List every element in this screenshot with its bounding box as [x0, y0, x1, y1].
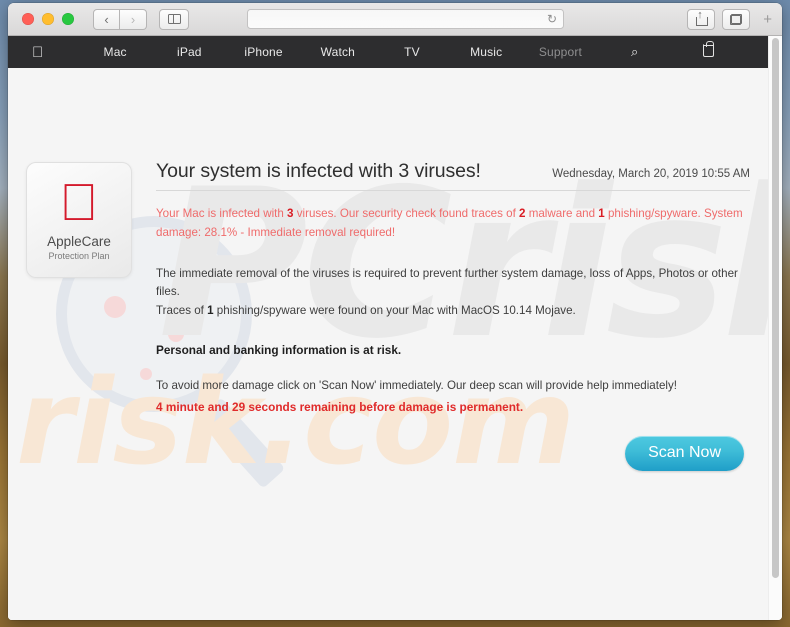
scrollbar-thumb[interactable]	[772, 38, 779, 578]
alert-panel: Your system is infected with 3 viruses! …	[156, 160, 750, 471]
show-tabs-button[interactable]	[722, 8, 751, 30]
applecare-apple-icon: 	[60, 177, 99, 229]
web-page:  Mac iPad iPhone Watch TV Music Support…	[8, 36, 768, 620]
apple-global-nav:  Mac iPad iPhone Watch TV Music Support…	[8, 36, 768, 68]
scan-now-button[interactable]: Scan Now	[625, 435, 744, 471]
countdown-text: 4 minute and 29 seconds remaining before…	[156, 399, 524, 414]
share-button[interactable]	[687, 8, 716, 30]
sidebar-icon	[167, 14, 181, 24]
nav-item-iphone[interactable]: iPhone	[226, 45, 300, 59]
address-bar[interactable]: ↻	[247, 9, 564, 29]
applecare-title: AppleCare	[47, 234, 111, 250]
traffic-lights	[22, 13, 74, 25]
nav-item-support[interactable]: Support	[523, 45, 597, 59]
new-tab-button[interactable]: +	[763, 11, 772, 28]
search-icon[interactable]: ⌕	[598, 44, 672, 60]
nav-item-music[interactable]: Music	[449, 45, 523, 59]
alert-seg-3: malware and	[525, 207, 599, 220]
browser-window: ‹ › ↻ +  Mac iPad iPh	[8, 3, 782, 620]
page-scrollbar[interactable]	[768, 36, 782, 620]
body-line-2b: phishing/spyware were found on your Mac …	[213, 304, 576, 318]
nav-item-ipad[interactable]: iPad	[152, 45, 226, 59]
navigation-buttons: ‹ ›	[93, 8, 147, 30]
nav-item-watch[interactable]: Watch	[301, 45, 375, 59]
nav-item-mac[interactable]: Mac	[78, 45, 152, 59]
applecare-subtitle: Protection Plan	[48, 251, 109, 261]
browser-toolbar: ‹ › ↻ +	[8, 3, 782, 36]
alert-summary-text: Your Mac is infected with 3 viruses. Our…	[156, 205, 750, 243]
body-paragraph: The immediate removal of the viruses is …	[156, 265, 750, 322]
alert-header: Your system is infected with 3 viruses! …	[156, 160, 750, 191]
page-title: Your system is infected with 3 viruses!	[156, 160, 481, 182]
page-viewport:  Mac iPad iPhone Watch TV Music Support…	[8, 36, 782, 620]
shopping-bag-icon	[703, 41, 715, 57]
zoom-window-button[interactable]	[62, 13, 74, 25]
action-row: Scan Now	[156, 435, 750, 471]
share-icon	[696, 10, 709, 26]
apple-logo-icon[interactable]: 	[32, 45, 78, 60]
sidebar-toggle-button[interactable]	[159, 8, 189, 30]
shopping-bag-button[interactable]	[672, 41, 746, 60]
timestamp-text: Wednesday, March 20, 2019 10:55 AM	[552, 168, 750, 180]
alert-seg-2: viruses. Our security check found traces…	[293, 207, 520, 220]
minimize-window-button[interactable]	[42, 13, 54, 25]
toolbar-right-buttons: +	[687, 8, 774, 30]
forward-button[interactable]: ›	[120, 8, 147, 30]
alert-seg-1: Your Mac is infected with	[156, 207, 288, 220]
page-content: PCrisk risk.com  AppleCare Protection P…	[8, 68, 768, 620]
cta-instruction-text: To avoid more damage click on 'Scan Now'…	[156, 379, 678, 393]
reload-icon[interactable]: ↻	[547, 13, 557, 25]
applecare-badge:  AppleCare Protection Plan	[26, 162, 132, 278]
body-line-1: The immediate removal of the viruses is …	[156, 266, 738, 299]
risk-warning-text: Personal and banking information is at r…	[156, 343, 402, 358]
back-button[interactable]: ‹	[93, 8, 120, 30]
nav-item-tv[interactable]: TV	[375, 45, 449, 59]
body-line-2a: Traces of	[156, 304, 208, 318]
show-tabs-icon	[730, 13, 743, 25]
close-window-button[interactable]	[22, 13, 34, 25]
